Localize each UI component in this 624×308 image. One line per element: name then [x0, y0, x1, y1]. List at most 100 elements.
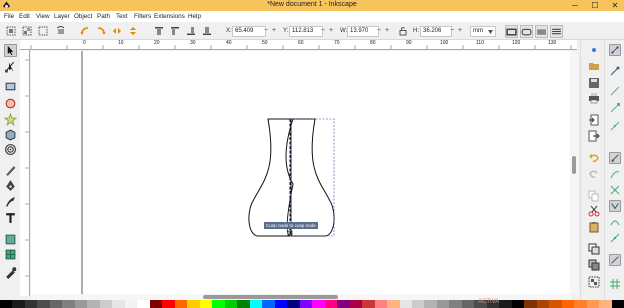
- print-icon[interactable]: [588, 92, 600, 104]
- palette-swatch[interactable]: [536, 300, 550, 308]
- palette-swatch[interactable]: [424, 300, 437, 308]
- menu-help[interactable]: Help: [188, 13, 201, 20]
- select-all-icon[interactable]: [6, 26, 16, 36]
- 3d-box-tool-icon[interactable]: [4, 128, 17, 141]
- x-input[interactable]: 65.409: [232, 26, 266, 37]
- snap-bbox-corners-icon[interactable]: [609, 102, 621, 114]
- group-icon[interactable]: [588, 276, 600, 288]
- minimize-button[interactable]: ─: [568, 0, 582, 11]
- maximize-button[interactable]: ☐: [588, 0, 602, 11]
- h-increment-button[interactable]: +: [458, 27, 462, 34]
- spray-tool-icon[interactable]: [4, 233, 17, 246]
- drawing-canvas[interactable]: Cusp node to cusp node: [31, 51, 571, 294]
- export-icon[interactable]: [588, 130, 600, 142]
- rotate-ccw-icon[interactable]: [56, 26, 66, 36]
- rectangle-tool-icon[interactable]: [4, 80, 17, 93]
- palette-swatch[interactable]: [162, 300, 175, 308]
- palette-swatch[interactable]: [349, 300, 363, 308]
- palette-swatch[interactable]: [99, 300, 113, 308]
- menu-text[interactable]: Text: [116, 13, 128, 20]
- open-folder-icon[interactable]: [588, 60, 600, 72]
- palette-swatch[interactable]: [149, 300, 163, 308]
- flip-horizontal-icon[interactable]: [112, 26, 122, 36]
- palette-swatch[interactable]: [249, 300, 263, 308]
- palette-swatch[interactable]: [611, 300, 624, 308]
- spiral-tool-icon[interactable]: [4, 143, 17, 156]
- height-input[interactable]: 36.206: [420, 26, 452, 37]
- lock-proportions-icon[interactable]: [398, 26, 408, 36]
- text-tool-icon[interactable]: [4, 211, 17, 224]
- palette-swatch[interactable]: [337, 300, 350, 308]
- palette-swatch[interactable]: [137, 300, 150, 308]
- vertical-scrollbar[interactable]: [570, 51, 578, 294]
- palette-swatch[interactable]: [561, 300, 575, 308]
- w-increment-button[interactable]: +: [385, 27, 389, 34]
- palette-swatch[interactable]: [12, 300, 25, 308]
- palette-swatch[interactable]: [0, 300, 13, 308]
- undo-icon[interactable]: [588, 152, 600, 164]
- vertical-scroll-thumb[interactable]: [572, 156, 576, 174]
- duplicate-icon[interactable]: [588, 243, 600, 255]
- palette-swatch[interactable]: [274, 300, 288, 308]
- node-tool-icon[interactable]: [4, 60, 17, 73]
- palette-swatch[interactable]: [399, 300, 412, 308]
- x-decrement-button[interactable]: −: [264, 27, 268, 34]
- scale-stroke-toggle[interactable]: [505, 25, 518, 38]
- x-increment-button[interactable]: +: [272, 27, 276, 34]
- select-all-layers-icon[interactable]: [22, 26, 32, 36]
- snap-paths-icon[interactable]: [609, 168, 621, 180]
- cut-icon[interactable]: [588, 205, 600, 217]
- new-document-icon[interactable]: [588, 44, 600, 56]
- ellipse-tool-icon[interactable]: [4, 97, 17, 110]
- palette-swatch[interactable]: [87, 300, 100, 308]
- palette-swatch[interactable]: [287, 300, 300, 308]
- palette-swatch[interactable]: [112, 300, 125, 308]
- menu-object[interactable]: Object: [74, 13, 92, 20]
- raise-icon[interactable]: [170, 26, 180, 36]
- snap-bbox-midpoints-icon[interactable]: [609, 120, 621, 132]
- mesh-tool-icon[interactable]: [4, 248, 17, 261]
- palette-swatch[interactable]: [262, 300, 275, 308]
- raise-to-top-icon[interactable]: [154, 26, 164, 36]
- snap-bbox-icon[interactable]: [609, 65, 621, 77]
- palette-swatch[interactable]: [449, 300, 462, 308]
- palette-swatch[interactable]: [24, 300, 38, 308]
- deselect-icon[interactable]: [38, 26, 48, 36]
- color-palette[interactable]: [0, 300, 624, 308]
- y-decrement-button[interactable]: −: [321, 27, 325, 34]
- menu-filters[interactable]: Filters: [134, 13, 151, 20]
- w-decrement-button[interactable]: −: [377, 27, 381, 34]
- rotate-90-cw-icon[interactable]: [96, 26, 106, 36]
- pen-tool-icon[interactable]: [4, 179, 17, 192]
- horizontal-ruler[interactable]: 0 10 20 30 40 50 60 70 80 90 100 110 120…: [20, 40, 577, 50]
- lower-to-bottom-icon[interactable]: [202, 26, 212, 36]
- paste-icon[interactable]: [588, 221, 600, 233]
- menu-layer[interactable]: Layer: [54, 13, 70, 20]
- palette-swatch[interactable]: [299, 300, 313, 308]
- close-button[interactable]: ✕: [608, 0, 622, 11]
- palette-swatch[interactable]: [212, 300, 225, 308]
- palette-swatch[interactable]: [524, 300, 537, 308]
- snap-grid-icon[interactable]: [609, 278, 621, 290]
- scale-radii-toggle[interactable]: [520, 25, 533, 38]
- palette-swatch[interactable]: [411, 300, 425, 308]
- horizontal-scroll-thumb[interactable]: [203, 295, 338, 299]
- palette-swatch[interactable]: [461, 300, 475, 308]
- menu-path[interactable]: Path: [97, 13, 110, 20]
- vase-right-half[interactable]: [290, 118, 335, 237]
- snap-enable-icon[interactable]: [609, 44, 621, 56]
- palette-swatch[interactable]: [237, 300, 250, 308]
- palette-swatch[interactable]: [362, 300, 375, 308]
- menu-edit[interactable]: Edit: [19, 13, 30, 20]
- palette-swatch[interactable]: [574, 300, 587, 308]
- width-input[interactable]: 13.970: [347, 26, 379, 37]
- move-patterns-toggle[interactable]: [550, 25, 563, 38]
- clone-icon[interactable]: [588, 259, 600, 271]
- palette-swatch[interactable]: [174, 300, 188, 308]
- import-icon[interactable]: [588, 114, 600, 126]
- vertical-ruler[interactable]: [20, 50, 30, 296]
- calligraphy-tool-icon[interactable]: [4, 195, 17, 208]
- palette-swatch[interactable]: [374, 300, 388, 308]
- menu-extensions[interactable]: Extensions: [154, 13, 185, 20]
- palette-swatch[interactable]: [187, 300, 200, 308]
